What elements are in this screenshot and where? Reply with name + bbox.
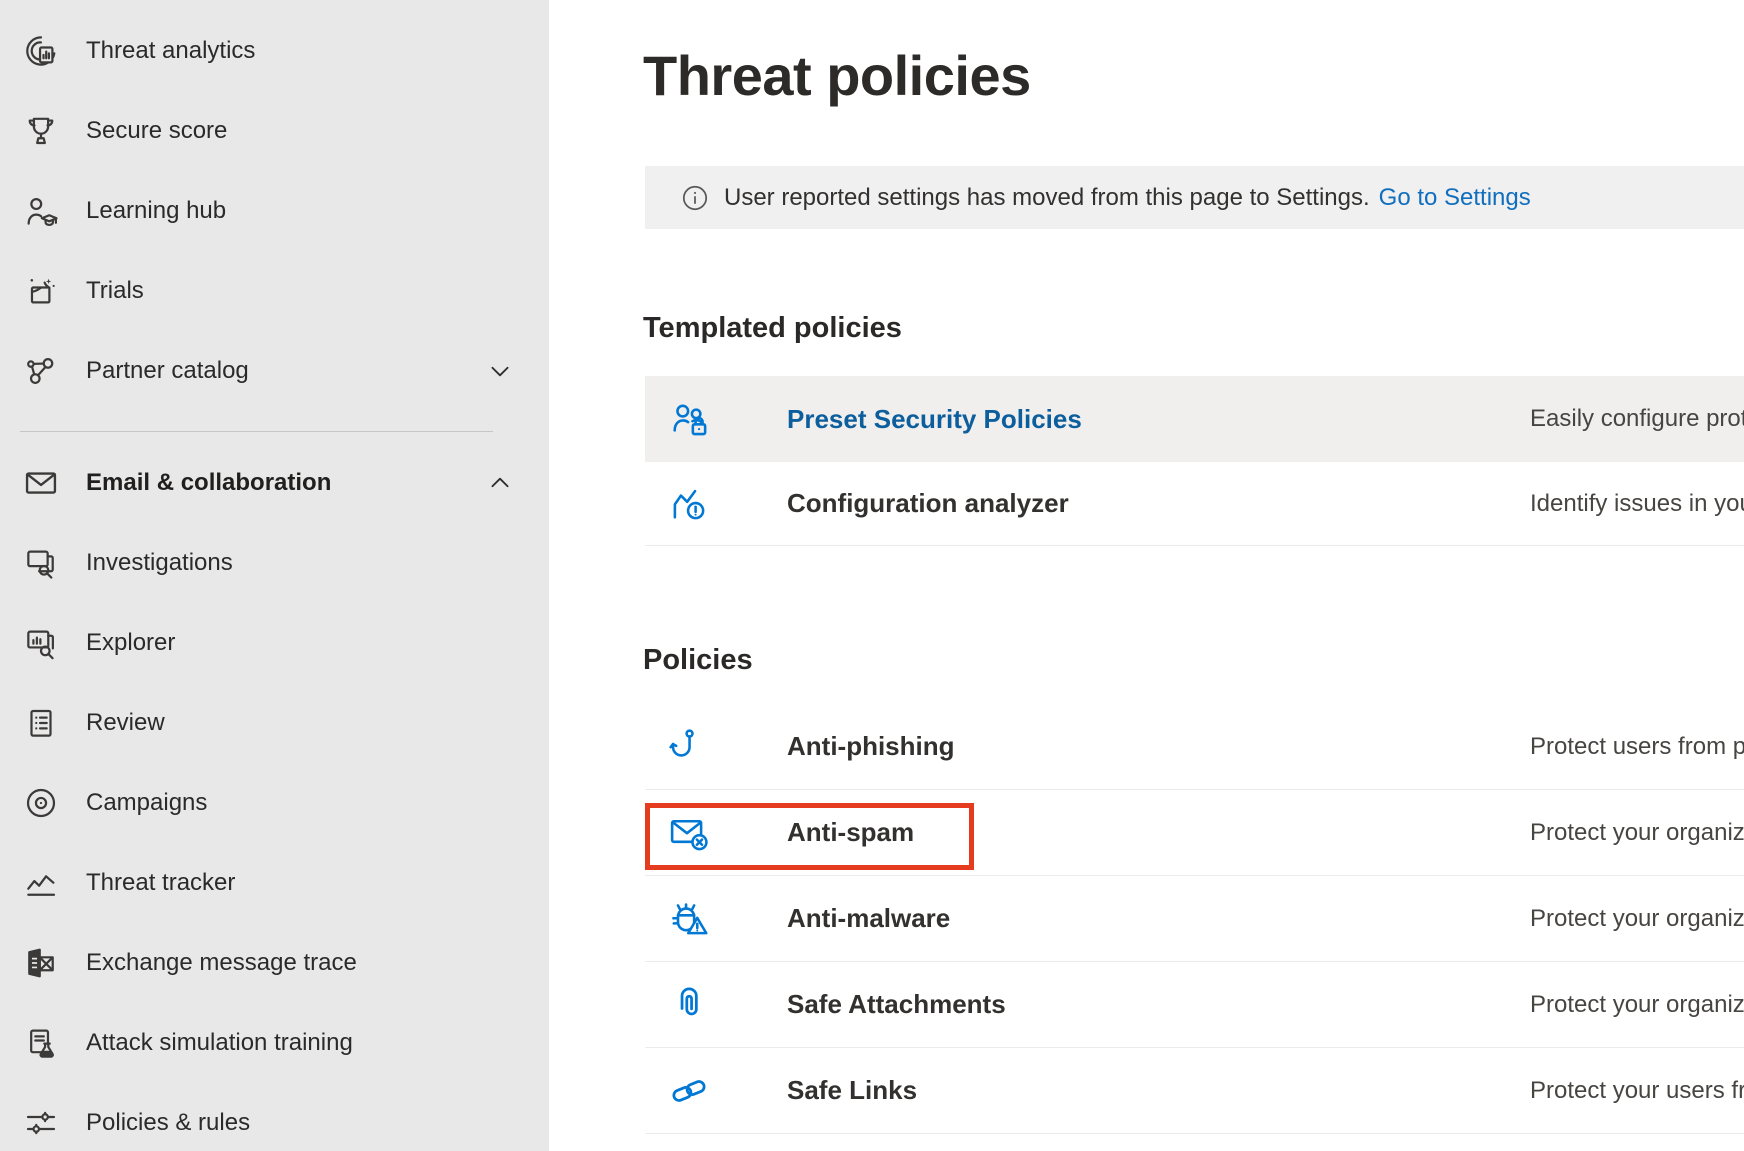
sliders-icon bbox=[22, 1104, 60, 1142]
info-icon bbox=[681, 184, 709, 212]
sidebar-item-label: Policies & rules bbox=[86, 1109, 250, 1137]
bug-warning-icon bbox=[667, 897, 711, 941]
sidebar-item-learning-hub[interactable]: Learning hub bbox=[0, 171, 549, 251]
sidebar-item-label: Attack simulation training bbox=[86, 1029, 353, 1057]
row-label: Anti-phishing bbox=[787, 731, 1347, 762]
row-description: Protect your users fr bbox=[1530, 1077, 1744, 1105]
envelope-icon bbox=[22, 464, 60, 502]
sidebar-item-label: Threat tracker bbox=[86, 869, 235, 897]
row-description: Protect users from p bbox=[1530, 733, 1744, 761]
row-description: Protect your organiz bbox=[1530, 905, 1744, 933]
sidebar-item-secure-score[interactable]: Secure score bbox=[0, 91, 549, 171]
policies-heading: Policies bbox=[643, 644, 753, 676]
row-label: Preset Security Policies bbox=[787, 404, 1347, 435]
sidebar-item-email-collaboration[interactable]: Email & collaboration bbox=[0, 443, 549, 523]
row-anti-spam[interactable]: Anti-spam Protect your organiz bbox=[645, 790, 1744, 876]
sidebar-item-policies-rules[interactable]: Policies & rules bbox=[0, 1083, 549, 1151]
sidebar-item-threat-analytics[interactable]: Threat analytics bbox=[0, 11, 549, 91]
sidebar-item-label: Trials bbox=[86, 277, 144, 305]
row-configuration-analyzer[interactable]: Configuration analyzer Identify issues i… bbox=[645, 462, 1744, 546]
sidebar: Threat analytics Secure score bbox=[0, 0, 549, 1151]
sidebar-item-label: Threat analytics bbox=[86, 37, 255, 65]
sidebar-item-campaigns[interactable]: Campaigns bbox=[0, 763, 549, 843]
row-description: Protect your organiz bbox=[1530, 991, 1744, 1019]
info-banner: User reported settings has moved from th… bbox=[645, 166, 1744, 229]
sidebar-item-label: Investigations bbox=[86, 549, 233, 577]
line-chart-icon bbox=[22, 864, 60, 902]
sidebar-item-investigations[interactable]: Investigations bbox=[0, 523, 549, 603]
document-flask-icon bbox=[22, 1024, 60, 1062]
graduate-person-icon bbox=[22, 192, 60, 230]
threat-analytics-icon bbox=[22, 32, 60, 70]
target-icon bbox=[22, 784, 60, 822]
trophy-icon bbox=[22, 112, 60, 150]
chevron-up-icon bbox=[487, 470, 513, 496]
exchange-logo-icon bbox=[22, 944, 60, 982]
sidebar-item-label: Review bbox=[86, 709, 165, 737]
chain-links-icon bbox=[667, 1069, 711, 1113]
preset-security-policies-icon bbox=[667, 397, 711, 441]
sidebar-item-label: Campaigns bbox=[86, 789, 207, 817]
configuration-analyzer-icon bbox=[667, 482, 711, 526]
sidebar-item-label: Explorer bbox=[86, 629, 175, 657]
row-anti-phishing[interactable]: Anti-phishing Protect users from p bbox=[645, 704, 1744, 790]
sidebar-divider bbox=[20, 431, 493, 432]
row-safe-links[interactable]: Safe Links Protect your users fr bbox=[645, 1048, 1744, 1134]
sidebar-item-explorer[interactable]: Explorer bbox=[0, 603, 549, 683]
fish-hook-icon bbox=[667, 725, 711, 769]
documents-magnifier-icon bbox=[22, 624, 60, 662]
main-content: Threat policies User reported settings h… bbox=[549, 0, 1744, 1151]
row-preset-security-policies[interactable]: Preset Security Policies Easily configur… bbox=[645, 376, 1744, 462]
row-safe-attachments[interactable]: Safe Attachments Protect your organiz bbox=[645, 962, 1744, 1048]
envelope-blocked-icon bbox=[667, 811, 711, 855]
sidebar-item-label: Secure score bbox=[86, 117, 227, 145]
sidebar-item-trials[interactable]: Trials bbox=[0, 251, 549, 331]
network-nodes-icon bbox=[22, 352, 60, 390]
sidebar-item-attack-simulation-training[interactable]: Attack simulation training bbox=[0, 1003, 549, 1083]
paperclip-icon bbox=[667, 983, 711, 1027]
sidebar-item-label: Email & collaboration bbox=[86, 469, 331, 497]
row-anti-malware[interactable]: Anti-malware Protect your organiz bbox=[645, 876, 1744, 962]
row-label: Configuration analyzer bbox=[787, 488, 1347, 519]
page-title: Threat policies bbox=[643, 40, 1031, 112]
templated-policies-heading: Templated policies bbox=[643, 312, 902, 344]
frames-magnifier-icon bbox=[22, 544, 60, 582]
sidebar-item-partner-catalog[interactable]: Partner catalog bbox=[0, 331, 549, 411]
threat-policies-page: Threat analytics Secure score bbox=[0, 0, 1744, 1151]
row-label: Safe Attachments bbox=[787, 989, 1347, 1020]
row-label: Anti-malware bbox=[787, 903, 1347, 934]
sidebar-item-exchange-message-trace[interactable]: Exchange message trace bbox=[0, 923, 549, 1003]
sidebar-item-label: Learning hub bbox=[86, 197, 226, 225]
sidebar-item-label: Partner catalog bbox=[86, 357, 249, 385]
row-description: Protect your organiz bbox=[1530, 819, 1744, 847]
chevron-down-icon bbox=[487, 358, 513, 384]
row-description: Identify issues in you bbox=[1530, 490, 1744, 518]
sidebar-item-review[interactable]: Review bbox=[0, 683, 549, 763]
clipboard-list-icon bbox=[22, 704, 60, 742]
sidebar-item-threat-tracker[interactable]: Threat tracker bbox=[0, 843, 549, 923]
go-to-settings-link[interactable]: Go to Settings bbox=[1379, 184, 1531, 212]
row-description: Easily configure prot bbox=[1530, 405, 1744, 433]
sidebar-item-label: Exchange message trace bbox=[86, 949, 357, 977]
row-label: Safe Links bbox=[787, 1075, 1347, 1106]
banner-message: User reported settings has moved from th… bbox=[724, 184, 1370, 212]
gift-sparkles-icon bbox=[22, 272, 60, 310]
row-label: Anti-spam bbox=[787, 817, 1347, 848]
